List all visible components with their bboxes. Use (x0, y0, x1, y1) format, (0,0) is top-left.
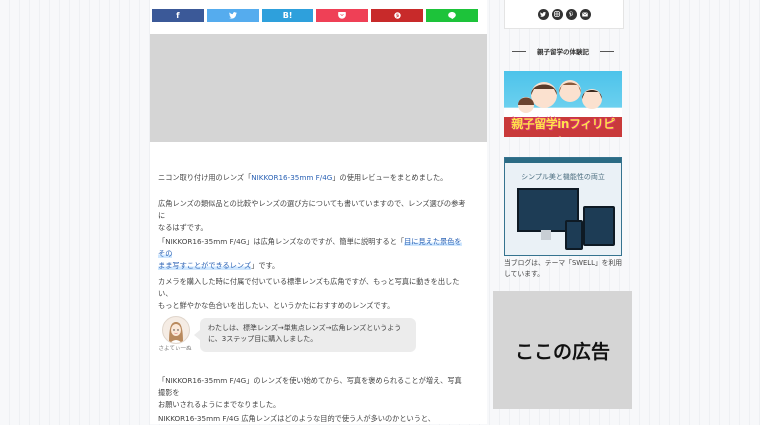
sidebar-caption: 当ブログは、テーマ「SWELL」を利用しています。 (504, 259, 623, 278)
share-bar: f B! (152, 9, 478, 22)
top-ad-placeholder[interactable] (150, 34, 487, 142)
pocket-icon (338, 12, 347, 19)
speech-bubble: わたしは、標準レンズ→単焦点レンズ→広角レンズというように、3ステップ目に購入し… (194, 318, 416, 352)
twitter-icon[interactable] (537, 8, 549, 20)
swell-theme-banner[interactable]: シンプル美と機能性の両立 (504, 157, 622, 256)
author-avatar (162, 316, 190, 344)
sidebar-heading: 親子留学の体験記 (504, 46, 622, 56)
sidebar-ad-placeholder[interactable]: ここの広告 (493, 291, 632, 409)
phone-icon (565, 220, 583, 250)
pinterest-share-button[interactable] (371, 9, 424, 22)
swell-banner-title: シンプル美と機能性の両立 (521, 173, 605, 181)
hatena-share-button[interactable]: B! (261, 9, 314, 22)
sidebar-social-icons (504, 0, 624, 29)
facebook-share-button[interactable]: f (152, 9, 204, 22)
paragraph-3: 「NIKKOR16-35mm F/4G」は広角レンズなのですが、簡単に説明すると… (158, 237, 462, 270)
author-name: さよてぃ一ぬ (158, 346, 192, 352)
banner-title: 親子留学inフィリピン (511, 117, 615, 137)
facebook-icon: f (176, 10, 180, 20)
paragraph-6: NIKKOR16-35mm F/4G 広角レンズはどのような目的で使う人が多いの… (158, 414, 435, 423)
pinterest-icon (394, 12, 401, 19)
avatar-illustration-icon (169, 322, 183, 343)
paragraph-2: 広角レンズの類似品との比較やレンズの選び方についても書いていますので、レンズ選び… (158, 199, 466, 232)
paragraph-1: ニコン取り付け用のレンズ「NIKKOR16-35mm F/4G」の使用レビューを… (158, 173, 448, 182)
monitor-stand-icon (541, 230, 551, 240)
twitter-share-button[interactable] (206, 9, 259, 22)
paragraph-4: カメラを購入した時に付属で付いている標準レンズも広角ですが、もっと写真に動きを出… (158, 277, 460, 310)
tablet-icon (583, 206, 615, 246)
instagram-icon[interactable] (551, 8, 563, 20)
paragraph-5: 「NIKKOR16-35mm F/4G」のレンズを使い始めてから、写真を褒められ… (158, 376, 462, 409)
mail-icon[interactable] (579, 8, 591, 20)
highlight-text-2: まま写すことができるレンズ (158, 261, 252, 270)
pocket-share-button[interactable] (316, 9, 369, 22)
product-link[interactable]: NIKKOR16-35mm F/4G (251, 173, 332, 182)
line-share-button[interactable] (426, 9, 478, 22)
study-abroad-banner[interactable]: 親子留学inフィリピン (504, 71, 622, 137)
pinterest-icon[interactable] (565, 8, 577, 20)
hatena-icon: B! (282, 10, 293, 20)
twitter-icon (228, 12, 237, 19)
line-icon (448, 12, 456, 19)
swell-banner-top-bar (505, 158, 621, 163)
